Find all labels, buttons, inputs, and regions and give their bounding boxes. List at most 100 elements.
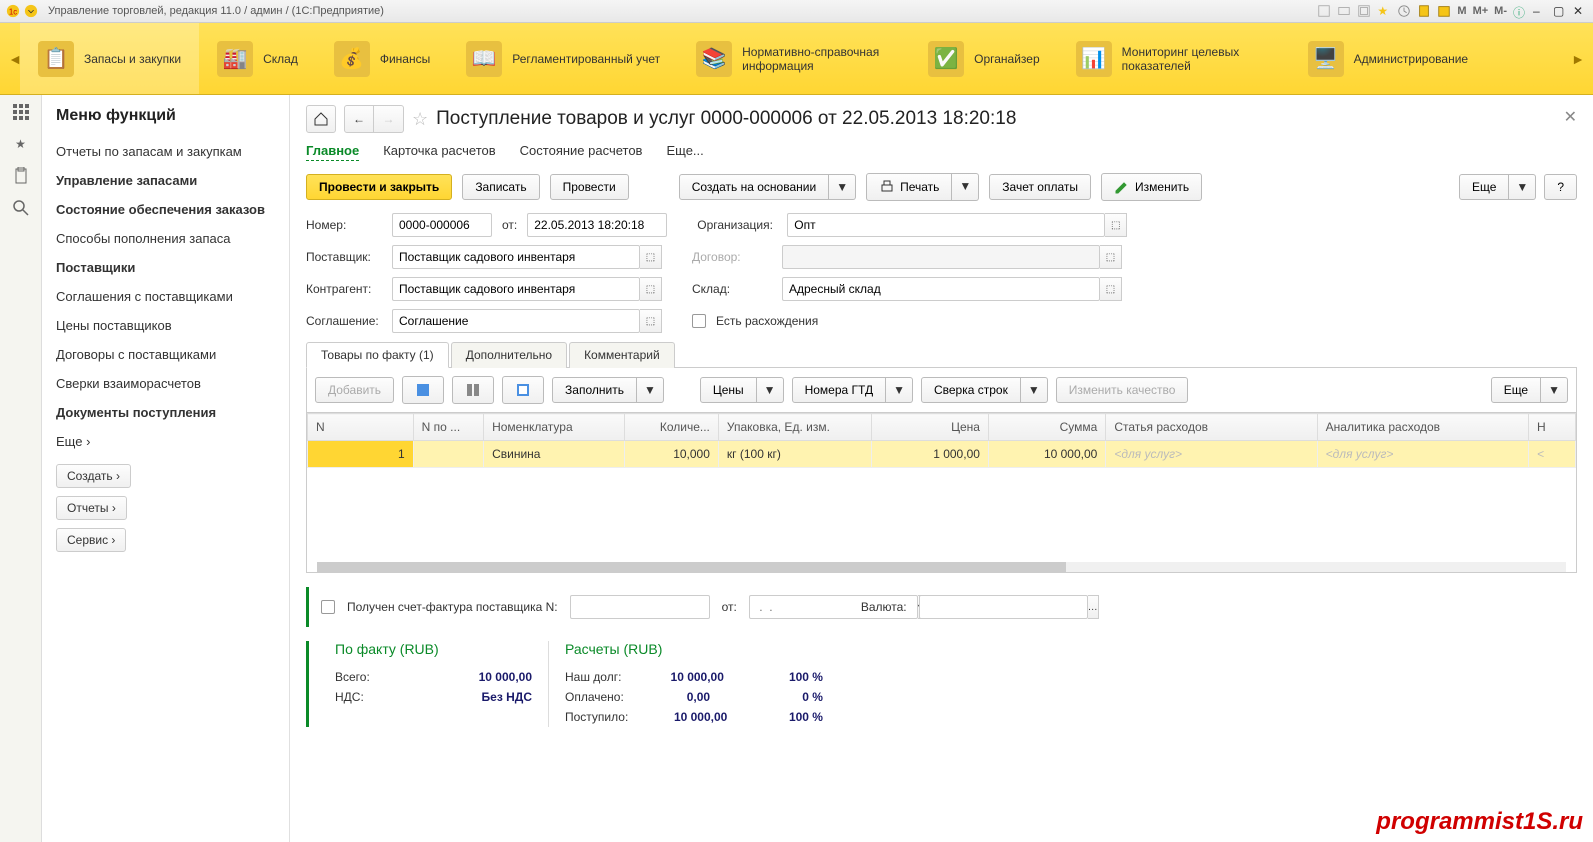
- tab-calc-card[interactable]: Карточка расчетов: [383, 143, 495, 161]
- m-plus-button[interactable]: M+: [1473, 5, 1489, 17]
- scroll-left-icon[interactable]: ◄: [10, 39, 20, 79]
- toolbar-icon-1[interactable]: [402, 376, 444, 404]
- create-button[interactable]: Создать ›: [56, 464, 131, 488]
- edit-button[interactable]: Изменить: [1101, 173, 1202, 201]
- discrepancy-checkbox[interactable]: [692, 314, 706, 328]
- agreement-input[interactable]: [392, 309, 640, 333]
- tab-goods[interactable]: Товары по факту (1): [306, 342, 449, 368]
- add-row-button[interactable]: Добавить: [315, 377, 394, 403]
- currency-open-icon[interactable]: …: [1088, 595, 1099, 619]
- close-icon[interactable]: ✕: [1564, 107, 1577, 127]
- nav-section-monitoring[interactable]: 📊 Мониторинг целевых показателей: [1058, 23, 1290, 94]
- back-button[interactable]: ←: [344, 105, 374, 133]
- favorite-toggle-icon[interactable]: ☆: [412, 109, 428, 130]
- tab-more[interactable]: Еще...: [666, 143, 703, 161]
- home-button[interactable]: [306, 105, 336, 133]
- reports-button[interactable]: Отчеты ›: [56, 496, 127, 520]
- favorite-icon[interactable]: ★: [1377, 4, 1391, 18]
- sidebar-item-more[interactable]: Еще ›: [56, 427, 275, 456]
- tb-icon-3[interactable]: [1357, 4, 1371, 18]
- sidebar-item[interactable]: Документы поступления: [56, 398, 275, 427]
- m-minus-button[interactable]: M-: [1494, 5, 1507, 17]
- tab-main[interactable]: Главное: [306, 143, 359, 161]
- agreement-open-icon[interactable]: ⬚: [640, 309, 662, 333]
- col-sum[interactable]: Сумма: [988, 414, 1105, 441]
- scroll-right-icon[interactable]: ►: [1573, 39, 1583, 79]
- sidebar-item[interactable]: Состояние обеспечения заказов: [56, 195, 275, 224]
- post-button[interactable]: Провести: [550, 174, 629, 200]
- m-button[interactable]: M: [1457, 5, 1466, 17]
- post-and-close-button[interactable]: Провести и закрыть: [306, 174, 452, 200]
- currency-input[interactable]: [919, 595, 1088, 619]
- col-item[interactable]: Номенклатура: [484, 414, 625, 441]
- sidebar-item[interactable]: Договоры с поставщиками: [56, 340, 275, 369]
- sidebar-item[interactable]: Управление запасами: [56, 166, 275, 195]
- col-nby[interactable]: N по ...: [413, 414, 483, 441]
- contragent-input[interactable]: [392, 277, 640, 301]
- calendar-icon[interactable]: [1437, 4, 1451, 18]
- warehouse-input[interactable]: [782, 277, 1100, 301]
- forward-button[interactable]: →: [374, 105, 404, 133]
- goods-table[interactable]: N N по ... Номенклатура Количе... Упаков…: [306, 413, 1577, 573]
- nav-section-admin[interactable]: 🖥️ Администрирование: [1290, 23, 1486, 94]
- minimize-icon[interactable]: –: [1533, 4, 1547, 18]
- sidebar-item[interactable]: Поставщики: [56, 253, 275, 282]
- supplier-input[interactable]: [392, 245, 640, 269]
- nav-section-warehouse[interactable]: 🏭 Склад: [199, 23, 316, 94]
- help-button[interactable]: ?: [1544, 174, 1577, 200]
- history-icon[interactable]: [1397, 4, 1411, 18]
- nav-section-organizer[interactable]: ✅ Органайзер: [910, 23, 1058, 94]
- col-qty[interactable]: Количе...: [624, 414, 718, 441]
- quality-button[interactable]: Изменить качество: [1056, 377, 1189, 403]
- info-icon[interactable]: ⓘ: [1513, 4, 1527, 18]
- apps-icon[interactable]: [12, 103, 30, 121]
- clipboard-icon[interactable]: [12, 167, 30, 185]
- search-icon[interactable]: [12, 199, 30, 217]
- col-last[interactable]: Н: [1528, 414, 1575, 441]
- tab-additional[interactable]: Дополнительно: [451, 342, 567, 368]
- org-input[interactable]: [787, 213, 1105, 237]
- tb-icon-1[interactable]: [1317, 4, 1331, 18]
- nav-section-stocks[interactable]: 📋 Запасы и закупки: [20, 23, 199, 94]
- table-row[interactable]: 1 Свинина 10,000 кг (100 кг) 1 000,00 10…: [308, 441, 1576, 468]
- tb-icon-2[interactable]: [1337, 4, 1351, 18]
- save-button[interactable]: Записать: [462, 174, 539, 200]
- star-icon[interactable]: ★: [12, 135, 30, 153]
- sidebar-item[interactable]: Способы пополнения запаса: [56, 224, 275, 253]
- number-input[interactable]: [392, 213, 492, 237]
- nav-section-accounting[interactable]: 📖 Регламентированный учет: [448, 23, 678, 94]
- supplier-open-icon[interactable]: ⬚: [640, 245, 662, 269]
- invoice-received-checkbox[interactable]: [321, 600, 335, 614]
- maximize-icon[interactable]: ▢: [1553, 4, 1567, 18]
- org-open-icon[interactable]: ⬚: [1105, 213, 1127, 237]
- tab-comment[interactable]: Комментарий: [569, 342, 675, 368]
- horizontal-scrollbar[interactable]: [317, 562, 1566, 572]
- tab-more-button[interactable]: Еще▼: [1491, 377, 1568, 403]
- tab-calc-status[interactable]: Состояние расчетов: [520, 143, 643, 161]
- contragent-open-icon[interactable]: ⬚: [640, 277, 662, 301]
- calc-icon[interactable]: [1417, 4, 1431, 18]
- prices-button[interactable]: Цены▼: [700, 377, 784, 403]
- create-based-on-button[interactable]: Создать на основании ▼: [679, 174, 856, 200]
- more-button[interactable]: Еще ▼: [1459, 174, 1536, 200]
- invoice-number-input[interactable]: [570, 595, 710, 619]
- contract-open-icon[interactable]: ⬚: [1100, 245, 1122, 269]
- toolbar-icon-2[interactable]: [452, 376, 494, 404]
- warehouse-open-icon[interactable]: ⬚: [1100, 277, 1122, 301]
- nav-section-finance[interactable]: 💰 Финансы: [316, 23, 448, 94]
- print-button[interactable]: Печать ▼: [866, 173, 979, 201]
- sidebar-item[interactable]: Соглашения с поставщиками: [56, 282, 275, 311]
- fill-button[interactable]: Заполнить▼: [552, 377, 664, 403]
- service-button[interactable]: Сервис ›: [56, 528, 126, 552]
- col-expcat[interactable]: Статья расходов: [1106, 414, 1317, 441]
- col-unit[interactable]: Упаковка, Ед. изм.: [718, 414, 871, 441]
- sidebar-item[interactable]: Сверки взаиморасчетов: [56, 369, 275, 398]
- close-window-icon[interactable]: ✕: [1573, 4, 1587, 18]
- toolbar-icon-3[interactable]: [502, 376, 544, 404]
- date-input[interactable]: [527, 213, 667, 237]
- nav-section-reference[interactable]: 📚 Нормативно-справочная информация: [678, 23, 910, 94]
- gtd-button[interactable]: Номера ГТД▼: [792, 377, 913, 403]
- col-price[interactable]: Цена: [871, 414, 988, 441]
- contract-input[interactable]: [782, 245, 1100, 269]
- offset-payment-button[interactable]: Зачет оплаты: [989, 174, 1091, 200]
